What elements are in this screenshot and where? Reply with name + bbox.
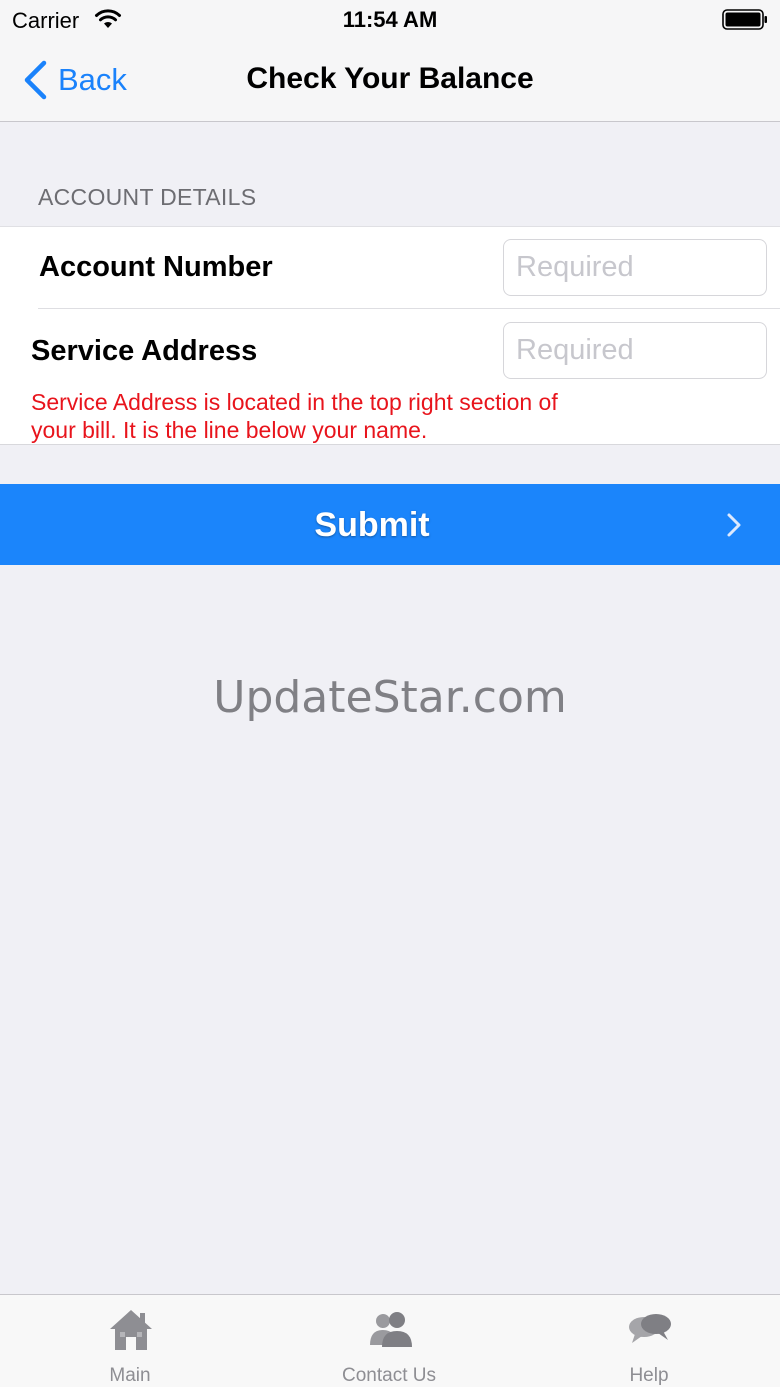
service-address-input[interactable] — [503, 322, 767, 379]
navigation-bar: Back Check Your Balance — [0, 40, 780, 122]
row-divider — [38, 308, 780, 309]
battery-icon — [722, 9, 767, 30]
tab-contact-us[interactable]: Contact Us — [289, 1295, 489, 1387]
account-details-card: Account Number Service Address Service A… — [0, 226, 780, 445]
submit-button[interactable]: Submit — [0, 484, 780, 565]
people-icon — [370, 1312, 412, 1347]
tab-help-label: Help — [629, 1365, 669, 1386]
page-title: Check Your Balance — [246, 62, 534, 95]
tab-bar: Main Contact Us Help — [0, 1294, 780, 1387]
tab-main-label: Main — [109, 1365, 151, 1386]
section-header-account-details: ACCOUNT DETAILS — [38, 184, 257, 210]
status-time: 11:54 AM — [342, 7, 438, 32]
tab-contact-us-label: Contact Us — [342, 1365, 436, 1386]
speech-bubbles-icon — [629, 1314, 671, 1343]
tab-main[interactable]: Main — [30, 1295, 230, 1387]
watermark-text: UpdateStar.com — [213, 672, 567, 723]
status-bar: Carrier 11:54 AM — [0, 0, 780, 40]
submit-button-label: Submit — [314, 506, 430, 544]
account-number-input[interactable] — [503, 239, 767, 296]
house-icon — [110, 1310, 152, 1350]
service-address-hint: Service Address is located in the top ri… — [31, 389, 558, 443]
account-number-label: Account Number — [39, 251, 273, 283]
tab-help[interactable]: Help — [549, 1295, 749, 1387]
chevron-right-icon — [727, 513, 741, 537]
service-address-label: Service Address — [31, 335, 258, 367]
